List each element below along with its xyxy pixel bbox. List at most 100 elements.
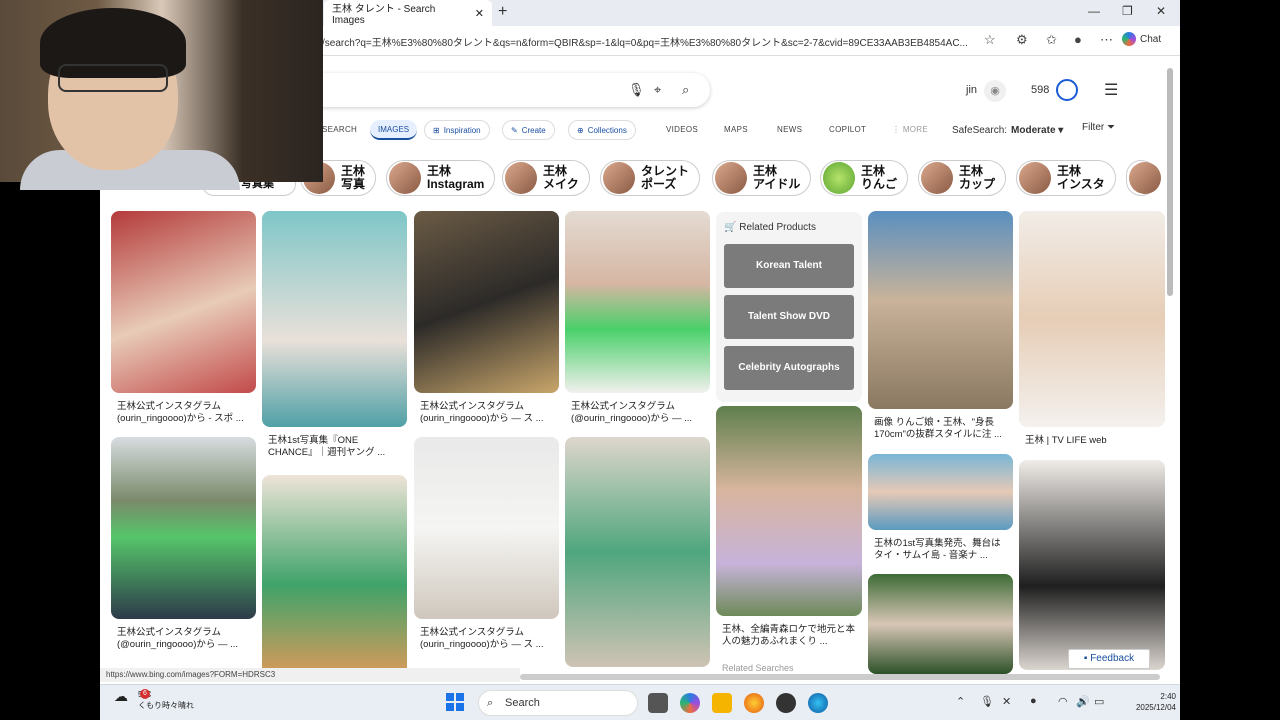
task-view-icon[interactable] — [648, 693, 668, 713]
image-result[interactable]: 王林公式インスタグラム (@ourin_ringoooo)から — ... — [565, 211, 710, 425]
result-thumbnail[interactable] — [565, 211, 710, 393]
wifi-icon[interactable]: ◠ — [1058, 695, 1068, 708]
visual-search-icon[interactable]: ⌖ — [654, 82, 661, 98]
result-thumbnail[interactable] — [1019, 211, 1165, 427]
more-options-icon[interactable]: ⋯ — [1100, 32, 1113, 48]
app-icon[interactable] — [776, 693, 796, 713]
image-result[interactable] — [262, 475, 407, 675]
copilot-taskbar-icon[interactable] — [680, 693, 700, 713]
result-caption[interactable]: 画像 りんご娘・王林、"身長170cm"の抜群スタイルに注 ... — [868, 417, 1013, 441]
safesearch-value[interactable]: Moderate ▾ — [1011, 125, 1063, 136]
url-field[interactable]: /search?q=王林%E3%80%80タレント&qs=n&form=QBIR… — [322, 34, 978, 49]
image-result[interactable] — [1019, 460, 1165, 670]
result-thumbnail[interactable] — [262, 211, 407, 427]
restore-button[interactable]: ❐ — [1122, 4, 1133, 18]
avatar-icon[interactable]: ◉ — [984, 80, 1006, 102]
copilot-chat-button[interactable]: Chat — [1122, 32, 1161, 46]
chip-item[interactable]: 王林 インスタ — [1016, 160, 1116, 196]
filter-button[interactable]: Filter ⏷ — [1082, 122, 1115, 133]
image-result[interactable]: 王林公式インスタグラム (ourin_ringoooo)から - スポ ... — [111, 211, 256, 425]
start-button[interactable] — [446, 693, 464, 711]
result-thumbnail[interactable] — [414, 437, 559, 619]
tab-images[interactable]: IMAGES — [370, 120, 418, 140]
result-thumbnail[interactable] — [111, 211, 256, 393]
chip-item[interactable]: 王林 アイドル — [712, 160, 812, 196]
chip-item[interactable] — [1126, 160, 1161, 196]
close-window-button[interactable]: ✕ — [1156, 4, 1166, 18]
result-caption[interactable]: 王林公式インスタグラム (@ourin_ringoooo)から — ... — [565, 401, 710, 425]
image-result[interactable]: 王林公式インスタグラム (@ourin_ringoooo)から — ... — [111, 437, 256, 651]
collections-button[interactable]: ⊕ Collections — [568, 120, 636, 140]
safesearch-control[interactable]: SafeSearch: Moderate ▾ — [952, 125, 1063, 136]
favorite-star-icon[interactable]: ☆ — [984, 32, 996, 48]
result-caption[interactable]: 王林 | TV LIFE web — [1019, 435, 1165, 447]
create-button[interactable]: ✎ Create — [502, 120, 555, 140]
tab-videos[interactable]: VIDEOS — [666, 125, 698, 134]
microphone-tray-icon[interactable]: 🎙 — [980, 695, 994, 708]
search-icon[interactable]: ⌕ — [682, 82, 689, 98]
image-result[interactable]: 王林公式インスタグラム (ourin_ringoooo)から — ス ... — [414, 211, 559, 425]
result-thumbnail[interactable] — [111, 437, 256, 619]
search-box[interactable]: 🎙 ⌖ ⌕ — [300, 73, 710, 107]
new-tab-button[interactable]: + — [498, 3, 507, 21]
image-result[interactable]: 王林、全編青森ロケで地元と本人の魅力あふれまくり ... — [716, 406, 862, 648]
image-result[interactable]: 王林公式インスタグラム (ourin_ringoooo)から — ス ... — [414, 437, 559, 651]
tab-active[interactable]: 王林 タレント - Search Images ✕ — [324, 0, 492, 26]
taskbar-search[interactable]: ⌕ Search — [478, 690, 638, 716]
chip-item[interactable]: 王林 メイク — [502, 160, 590, 196]
result-thumbnail[interactable] — [414, 211, 559, 393]
tab-copilot[interactable]: COPILOT — [829, 125, 866, 134]
result-caption[interactable]: 王林、全編青森ロケで地元と本人の魅力あふれまくり ... — [716, 624, 862, 648]
feedback-button[interactable]: ▪ Feedback — [1068, 649, 1150, 669]
horizontal-scrollbar[interactable] — [520, 674, 1160, 680]
result-thumbnail[interactable] — [565, 437, 710, 667]
related-product-button[interactable]: Talent Show DVD — [724, 295, 854, 339]
result-caption[interactable]: 王林公式インスタグラム (ourin_ringoooo)から — ス ... — [414, 401, 559, 425]
chip-item[interactable]: 王林 Instagram — [386, 160, 496, 196]
tab-close-icon[interactable]: ✕ — [475, 7, 484, 20]
chip-item[interactable]: タレント ポーズ — [600, 160, 701, 196]
edge-icon[interactable] — [808, 693, 828, 713]
close-tray-icon[interactable]: ✕ — [1002, 695, 1011, 708]
hamburger-menu-icon[interactable]: ☰ — [1104, 80, 1118, 100]
file-explorer-icon[interactable] — [712, 693, 732, 713]
chip-item[interactable]: 王林 カップ — [918, 160, 1007, 196]
firefox-icon[interactable] — [744, 693, 764, 713]
extensions-icon[interactable]: ⚙ — [1016, 32, 1028, 48]
result-thumbnail[interactable] — [716, 406, 862, 616]
result-caption[interactable]: 王林1st写真集『ONE CHANCE』｜週刊ヤング ... — [262, 435, 407, 459]
tab-search[interactable]: SEARCH — [322, 125, 357, 134]
image-result[interactable] — [565, 437, 710, 667]
profile-icon[interactable]: ● — [1074, 32, 1082, 47]
image-result[interactable]: 王林の1st写真集発売、舞台はタイ・サムイ島 - 音楽ナ ... — [868, 454, 1013, 562]
result-caption[interactable]: 王林公式インスタグラム (@ourin_ringoooo)から — ... — [111, 627, 256, 651]
battery-icon[interactable]: ▭ — [1094, 695, 1104, 708]
tray-chevron-icon[interactable]: ⌃ — [956, 695, 965, 708]
result-thumbnail[interactable] — [1019, 460, 1165, 670]
tab-more[interactable]: ⋮ MORE — [892, 125, 928, 134]
tab-news[interactable]: NEWS — [777, 125, 802, 134]
result-thumbnail[interactable] — [868, 211, 1013, 409]
favorites-icon[interactable]: ✩ — [1046, 32, 1057, 48]
user-name[interactable]: jin — [966, 84, 977, 96]
tab-maps[interactable]: MAPS — [724, 125, 748, 134]
clock[interactable]: 2:40 2025/12/04 — [1118, 691, 1176, 713]
result-thumbnail[interactable] — [262, 475, 407, 675]
result-caption[interactable]: 王林の1st写真集発売、舞台はタイ・サムイ島 - 音楽ナ ... — [868, 538, 1013, 562]
related-product-button[interactable]: Korean Talent — [724, 244, 854, 288]
minimize-button[interactable]: — — [1088, 4, 1100, 18]
weather-widget[interactable]: ☁ 6 5°C くもり時々晴れ — [114, 689, 194, 711]
volume-icon[interactable]: 🔊 — [1076, 695, 1090, 708]
microphone-icon[interactable]: 🎙 — [628, 82, 645, 98]
inspiration-button[interactable]: ⊞ Inspiration — [424, 120, 490, 140]
result-caption[interactable]: 王林公式インスタグラム (ourin_ringoooo)から - スポ ... — [111, 401, 256, 425]
related-product-button[interactable]: Celebrity Autographs — [724, 346, 854, 390]
result-thumbnail[interactable] — [868, 454, 1013, 530]
image-result[interactable]: 王林 | TV LIFE web — [1019, 211, 1165, 447]
rewards-points[interactable]: 598 — [1031, 84, 1049, 96]
rewards-icon[interactable] — [1056, 79, 1078, 101]
image-result[interactable] — [868, 574, 1013, 674]
result-caption[interactable]: 王林公式インスタグラム (ourin_ringoooo)から — ス ... — [414, 627, 559, 651]
app-tray-icon[interactable]: ● — [1030, 695, 1037, 707]
result-thumbnail[interactable] — [868, 574, 1013, 674]
